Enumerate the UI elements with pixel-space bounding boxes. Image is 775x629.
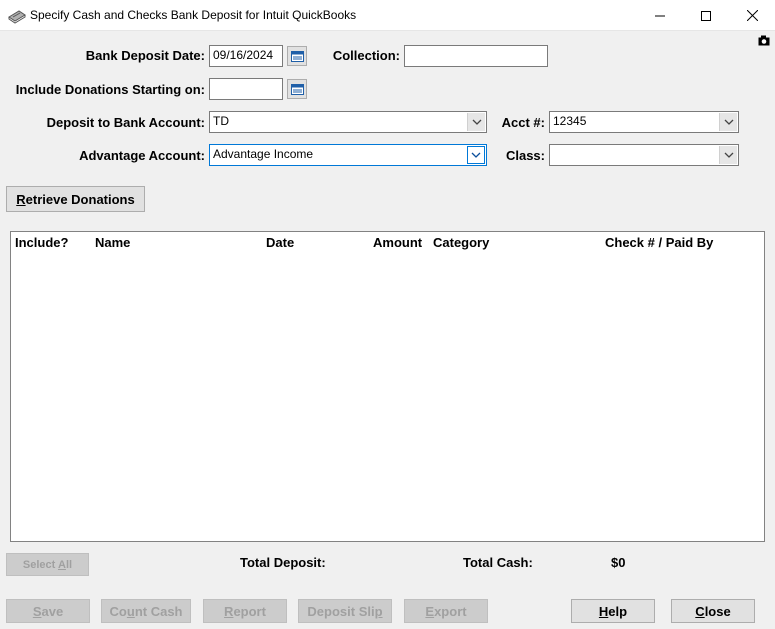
- report-button[interactable]: Report: [203, 599, 287, 623]
- window-title: Specify Cash and Checks Bank Deposit for…: [30, 8, 357, 22]
- close-window-button[interactable]: [729, 0, 775, 31]
- maximize-button[interactable]: [683, 0, 729, 31]
- select-all-button[interactable]: Select All: [6, 553, 89, 576]
- total-cash-value: $0: [611, 555, 626, 570]
- column-header-include[interactable]: Include?: [15, 235, 68, 250]
- bank-deposit-date-label: Bank Deposit Date:: [85, 48, 205, 63]
- include-donations-label: Include Donations Starting on:: [15, 82, 205, 97]
- count-cash-button[interactable]: Count Cash: [101, 599, 191, 623]
- column-header-check-paid-by[interactable]: Check # / Paid By: [605, 235, 713, 250]
- title-bar: Specify Cash and Checks Bank Deposit for…: [0, 0, 775, 31]
- advantage-account-label: Advantage Account:: [79, 148, 205, 163]
- save-button[interactable]: Save: [6, 599, 90, 623]
- calendar-icon[interactable]: [287, 46, 307, 66]
- include-donations-field[interactable]: [209, 78, 283, 100]
- minimize-button[interactable]: [637, 0, 683, 31]
- close-button[interactable]: Close: [671, 599, 755, 623]
- column-header-name[interactable]: Name: [95, 235, 130, 250]
- column-header-date[interactable]: Date: [266, 235, 294, 250]
- acct-value: 12345: [553, 114, 587, 128]
- chevron-down-icon[interactable]: [467, 146, 485, 164]
- collection-field[interactable]: [404, 45, 548, 67]
- retrieve-donations-button[interactable]: Retrieve Donations: [6, 186, 145, 212]
- deposit-account-select[interactable]: TD: [209, 111, 487, 133]
- help-button[interactable]: Help: [571, 599, 655, 623]
- donations-table[interactable]: Include? Name Date Amount Category Check…: [10, 231, 765, 542]
- total-cash-label: Total Cash:: [463, 555, 533, 570]
- deposit-account-label: Deposit to Bank Account:: [46, 115, 205, 130]
- advantage-account-select[interactable]: Advantage Income: [209, 144, 487, 166]
- chevron-down-icon[interactable]: [719, 113, 737, 131]
- advantage-account-value: Advantage Income: [213, 147, 314, 161]
- collection-label: Collection:: [332, 48, 400, 63]
- chevron-down-icon[interactable]: [719, 146, 737, 164]
- class-label: Class:: [505, 148, 545, 163]
- column-header-category[interactable]: Category: [433, 235, 489, 250]
- acct-select[interactable]: 12345: [549, 111, 739, 133]
- deposit-book-icon: [8, 8, 26, 24]
- chevron-down-icon[interactable]: [467, 113, 485, 131]
- deposit-account-value: TD: [213, 114, 229, 128]
- calendar-icon[interactable]: [287, 79, 307, 99]
- deposit-slip-button[interactable]: Deposit Slip: [298, 599, 392, 623]
- bank-deposit-date-field[interactable]: 09/16/2024: [209, 45, 283, 67]
- acct-label: Acct #:: [501, 115, 545, 130]
- total-deposit-label: Total Deposit:: [240, 555, 326, 570]
- column-header-amount[interactable]: Amount: [373, 235, 422, 250]
- export-button[interactable]: Export: [404, 599, 488, 623]
- camera-icon[interactable]: [758, 35, 770, 46]
- class-select[interactable]: [549, 144, 739, 166]
